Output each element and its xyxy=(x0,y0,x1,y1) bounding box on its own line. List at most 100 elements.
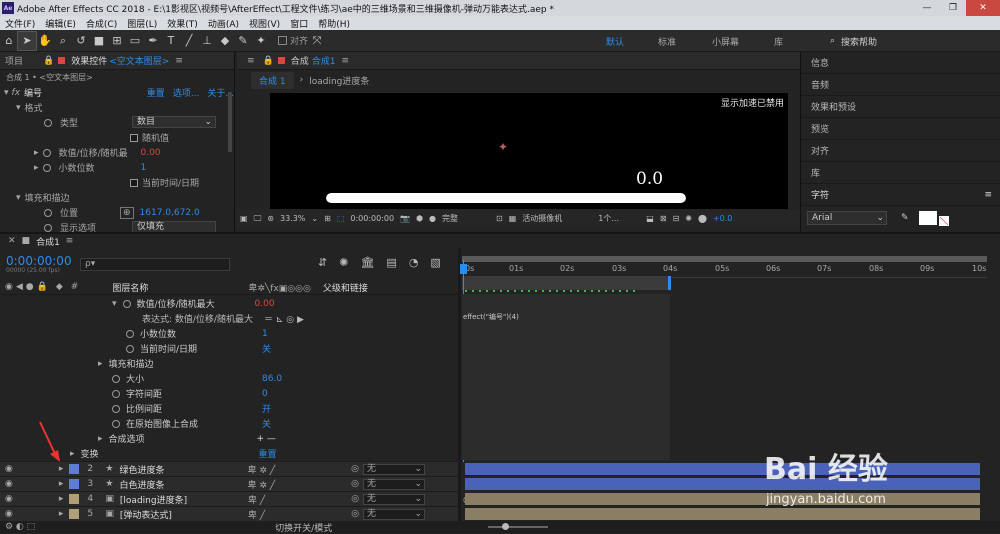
menu-layer[interactable]: 图层(L) xyxy=(122,17,162,30)
layer-search-field[interactable]: ρ▾ xyxy=(80,258,230,271)
layer-bar[interactable] xyxy=(465,508,980,520)
effects-control-tab[interactable]: 效果控件 xyxy=(71,54,107,67)
comp-marker-icon[interactable]: ⇵ xyxy=(318,256,327,269)
parent-dropdown[interactable]: 无 ⌄ xyxy=(363,463,426,475)
lock-icon[interactable]: 🔒 xyxy=(37,282,48,292)
panel-menu-icon[interactable]: ≡ xyxy=(984,190,992,200)
search-help-placeholder[interactable]: 搜索帮助 xyxy=(841,35,877,48)
type-tool-icon[interactable]: T xyxy=(162,32,180,50)
panel-audio[interactable]: 音频 xyxy=(801,74,1000,96)
toggle-pixel-aspect-icon[interactable]: ⬓ xyxy=(646,214,654,223)
expand-icon[interactable]: ▸ xyxy=(59,494,64,504)
stopwatch-icon[interactable] xyxy=(44,223,52,232)
comp-tab[interactable]: 合成 xyxy=(291,54,309,67)
exposure-value[interactable]: +0.0 xyxy=(713,214,732,223)
fx-icon[interactable]: fx xyxy=(12,88,21,98)
label-color[interactable] xyxy=(69,479,80,489)
decimal-places-value[interactable]: 1 xyxy=(141,163,147,173)
brush-tool-icon[interactable]: ╱ xyxy=(180,32,198,50)
options-link[interactable]: 选项... xyxy=(173,86,200,99)
menu-view[interactable]: 视图(V) xyxy=(244,17,285,30)
reset-link[interactable]: 重置 xyxy=(147,86,165,99)
clone-stamp-tool-icon[interactable]: ⊥ xyxy=(198,32,216,50)
viewer-timecode[interactable]: 0:00:00:00 xyxy=(350,214,394,223)
zoom-tool-icon[interactable]: ⌕ xyxy=(54,32,72,50)
snap-options-icon[interactable]: ⤧ xyxy=(308,32,326,50)
layer-bar[interactable] xyxy=(465,493,980,505)
layer-name-header[interactable]: 图层名称 xyxy=(112,281,148,294)
menu-window[interactable]: 窗口 xyxy=(285,17,313,30)
panel-menu-icon[interactable]: ≡ xyxy=(66,236,74,246)
lock-icon[interactable]: 🔒 xyxy=(263,56,274,66)
minimize-button[interactable]: — xyxy=(914,0,940,16)
timeline-divider[interactable] xyxy=(458,248,461,521)
stopwatch-icon[interactable] xyxy=(42,148,51,157)
frame-blend-icon[interactable]: ▤ xyxy=(386,256,396,269)
label-color[interactable] xyxy=(69,509,80,519)
red-close-icon[interactable] xyxy=(58,57,66,64)
stopwatch-icon[interactable] xyxy=(44,118,52,127)
subtab-loading[interactable]: loading进度条 xyxy=(309,74,369,87)
visibility-icon[interactable]: ◉ xyxy=(5,282,13,292)
stopwatch-icon[interactable] xyxy=(126,344,134,353)
panel-align[interactable]: 对齐 xyxy=(801,140,1000,162)
camera-dropdown[interactable]: 活动摄像机 xyxy=(522,213,592,224)
label-color[interactable] xyxy=(69,464,80,474)
menu-edit[interactable]: 编辑(E) xyxy=(40,17,81,30)
menu-effect[interactable]: 效果(T) xyxy=(162,17,203,30)
stroke-color-swatch[interactable] xyxy=(938,216,949,226)
stopwatch-icon[interactable] xyxy=(122,299,131,308)
workspace-library[interactable]: 库 xyxy=(774,30,783,52)
toggle-switches-modes[interactable]: 切换开关/模式 xyxy=(275,521,332,534)
menu-file[interactable]: 文件(F) xyxy=(0,17,40,30)
solo-icon[interactable]: ● xyxy=(26,282,34,292)
expand-icon[interactable]: ▾ xyxy=(112,299,117,309)
visibility-icon[interactable]: ◉ xyxy=(5,509,13,519)
home-icon[interactable]: ⌂ xyxy=(0,32,18,50)
menu-icon[interactable]: ≡ xyxy=(247,56,255,66)
audio-icon[interactable]: ◀ xyxy=(16,282,23,292)
zoom-dropdown[interactable]: 33.3% xyxy=(280,214,305,223)
quality-dropdown[interactable]: 完整 xyxy=(442,213,490,224)
eraser-tool-icon[interactable]: ◆ xyxy=(216,32,234,50)
transparency-grid-icon[interactable]: ⊡ xyxy=(496,214,503,223)
expand-icon[interactable]: ▸ xyxy=(70,449,75,459)
workspace-default[interactable]: 默认 xyxy=(606,30,624,52)
snap-toggle[interactable]: 对齐 xyxy=(278,34,308,47)
comp-name[interactable]: 合成1 xyxy=(312,54,336,67)
counter-text[interactable]: 0.0 xyxy=(636,169,663,189)
panel-effects-presets[interactable]: 效果和预设 xyxy=(801,96,1000,118)
parent-dropdown[interactable]: 无 ⌄ xyxy=(363,478,426,490)
work-area-range[interactable] xyxy=(462,276,670,290)
view-layout-dropdown[interactable]: 1个... xyxy=(598,213,640,224)
number-icon[interactable]: # xyxy=(71,282,79,292)
3d-renderer-icon[interactable]: ✺ xyxy=(685,214,692,223)
stopwatch-icon[interactable] xyxy=(112,374,120,383)
expand-icon[interactable]: ▾ xyxy=(4,88,9,98)
panel-character[interactable]: 字符 ≡ xyxy=(801,184,1000,206)
visibility-icon[interactable]: ◉ xyxy=(5,479,13,489)
motion-blur-icon[interactable]: ◔ xyxy=(409,256,419,269)
expand-icon[interactable]: ▾ xyxy=(16,103,21,113)
mask-icon[interactable]: ⊛ xyxy=(267,214,274,223)
project-tab[interactable]: 项目 xyxy=(5,54,23,67)
timeline-menu-icon[interactable]: ■ xyxy=(22,236,31,246)
panel-preview[interactable]: 预览 xyxy=(801,118,1000,140)
stopwatch-icon[interactable] xyxy=(126,329,134,338)
puppet-pin-tool-icon[interactable]: ✦ xyxy=(252,32,270,50)
random-value-checkbox[interactable] xyxy=(130,133,138,142)
camera-tool-icon[interactable]: ■ xyxy=(90,32,108,50)
expand-icon[interactable]: ▸ xyxy=(34,148,39,158)
fast-draft-icon[interactable]: ⊠ xyxy=(660,214,667,223)
rectangle-tool-icon[interactable]: ▭ xyxy=(126,32,144,50)
pickwhip-icon[interactable]: ◎ xyxy=(351,464,359,474)
fast-preview-icon[interactable]: ▦ xyxy=(509,214,517,223)
flowchart-icon[interactable]: ⊟ xyxy=(673,214,680,223)
expand-icon[interactable]: ▸ xyxy=(59,509,64,519)
stopwatch-icon[interactable] xyxy=(112,419,120,428)
menu-help[interactable]: 帮助(H) xyxy=(313,17,355,30)
shy-icon[interactable]: 🏛 xyxy=(360,256,374,269)
menu-animation[interactable]: 动画(A) xyxy=(203,17,244,30)
graph-editor-icon[interactable]: ▧ xyxy=(430,256,440,269)
work-area-end-marker[interactable] xyxy=(668,276,671,290)
